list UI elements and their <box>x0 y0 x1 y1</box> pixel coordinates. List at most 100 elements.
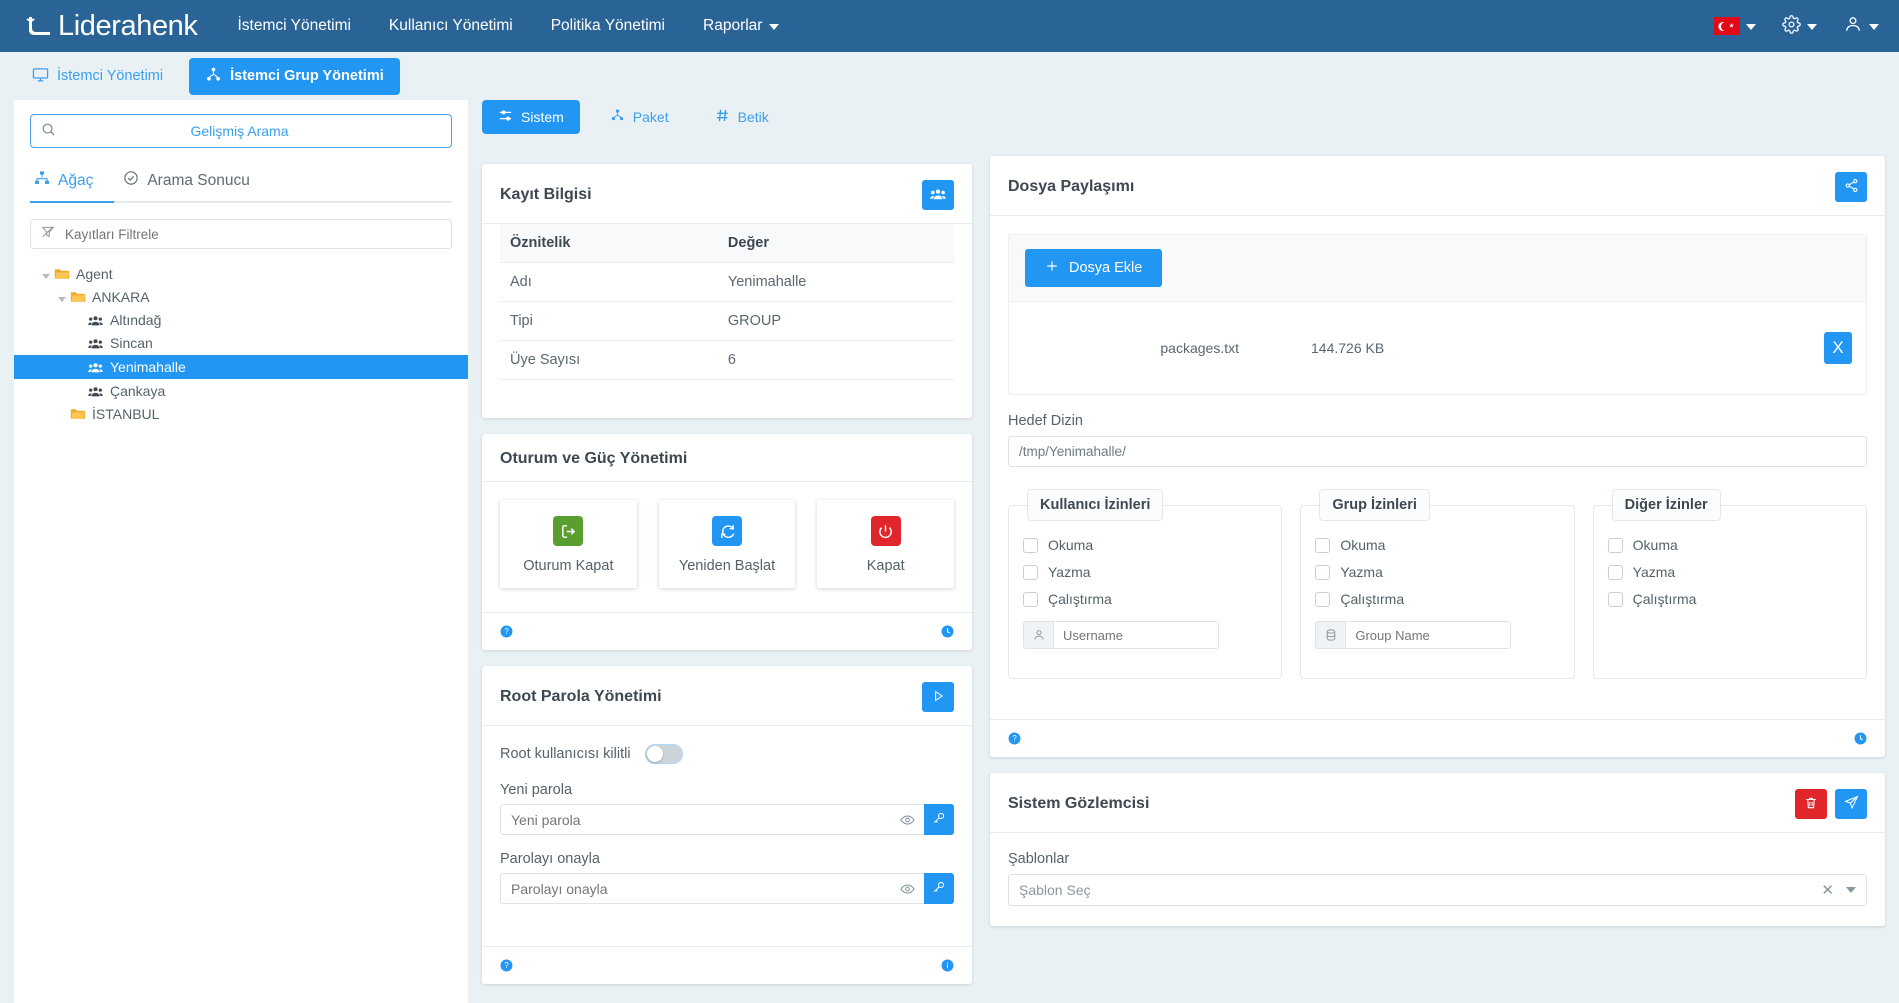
permission-row[interactable]: Yazma <box>1608 564 1852 580</box>
user-execute-checkbox[interactable] <box>1023 592 1038 607</box>
tree-filter-input[interactable] <box>63 226 441 243</box>
settings-menu[interactable] <box>1782 15 1817 38</box>
group-read-checkbox[interactable] <box>1315 538 1330 553</box>
svg-text:?: ? <box>504 627 509 636</box>
topnav-right-actions <box>1714 14 1879 38</box>
permission-row[interactable]: Çalıştırma <box>1023 591 1267 607</box>
client-group-tree: Agent ANKARA <box>30 263 452 425</box>
tree-node-sincan[interactable]: Sincan <box>30 332 452 354</box>
help-icon[interactable]: ? <box>1008 732 1021 745</box>
permission-row[interactable]: Okuma <box>1315 537 1559 553</box>
shutdown-action[interactable]: Kapat <box>817 500 954 588</box>
language-selector[interactable] <box>1714 17 1756 35</box>
delete-button[interactable] <box>1795 789 1827 819</box>
other-permissions-fieldset: Diğer İzinler Okuma Yazma <box>1593 489 1867 679</box>
generate-password-button[interactable] <box>924 804 954 835</box>
power-management-title: Oturum ve Güç Yönetimi <box>500 450 687 468</box>
help-icon[interactable]: ? <box>500 625 513 638</box>
other-execute-checkbox[interactable] <box>1608 592 1623 607</box>
expander-icon[interactable] <box>56 289 68 305</box>
system-observer-card: Sistem Gözlemcisi <box>990 773 1885 926</box>
sidebar-tab-arama-sonucu[interactable]: Arama Sonucu <box>119 162 254 201</box>
user-write-checkbox[interactable] <box>1023 565 1038 580</box>
plus-icon <box>1045 259 1059 277</box>
groupname-input[interactable] <box>1345 621 1511 649</box>
clear-icon[interactable]: ✕ <box>1821 881 1834 899</box>
file-toolbar: Dosya Ekle <box>1009 235 1866 302</box>
tab-label: Paket <box>633 109 669 125</box>
permission-row[interactable]: Çalıştırma <box>1608 591 1852 607</box>
file-row: packages.txt 144.726 KB X <box>1009 332 1866 364</box>
add-file-button[interactable]: Dosya Ekle <box>1025 249 1162 287</box>
tree-node-yenimahalle[interactable]: Yenimahalle <box>14 355 468 379</box>
group-write-checkbox[interactable] <box>1315 565 1330 580</box>
group-permissions-fieldset: Grup İzinleri Okuma Yazma <box>1300 489 1574 679</box>
expander-icon[interactable] <box>40 266 52 282</box>
other-write-checkbox[interactable] <box>1608 565 1623 580</box>
eye-icon[interactable] <box>900 812 915 827</box>
checkbox-label: Çalıştırma <box>1048 591 1112 607</box>
permission-row[interactable]: Okuma <box>1608 537 1852 553</box>
root-password-title: Root Parola Yönetimi <box>500 688 662 706</box>
advanced-search-label[interactable]: Gelişmiş Arama <box>38 123 441 139</box>
other-permissions-legend: Diğer İzinler <box>1612 489 1721 521</box>
sidebar-tabs: Ağaç Arama Sonucu <box>30 162 452 203</box>
advanced-search-bar[interactable]: Gelişmiş Arama <box>30 114 452 148</box>
clock-icon[interactable] <box>1854 732 1867 745</box>
permission-row[interactable]: Çalıştırma <box>1315 591 1559 607</box>
tree-node-label: İSTANBUL <box>92 406 159 422</box>
tree-node-agent[interactable]: Agent <box>30 263 452 285</box>
new-password-row <box>500 804 954 835</box>
permission-row[interactable]: Yazma <box>1023 564 1267 580</box>
col-header-value: Değer <box>718 224 954 263</box>
tree-node-cankaya[interactable]: Çankaya <box>30 380 452 402</box>
info-icon[interactable]: i <box>941 959 954 972</box>
root-password-footer: ? i <box>482 946 972 984</box>
root-lock-toggle[interactable] <box>645 744 683 764</box>
nav-kullanici-yonetimi[interactable]: Kullanıcı Yönetimi <box>389 17 513 35</box>
chevron-down-icon[interactable] <box>1846 887 1856 893</box>
nav-label: Raporlar <box>703 17 762 35</box>
share-button[interactable] <box>1835 172 1867 202</box>
new-password-input[interactable] <box>500 804 924 835</box>
tree-node-altindag[interactable]: Altındağ <box>30 309 452 331</box>
subnav-tab-istemci-grup-yonetimi[interactable]: İstemci Grup Yönetimi <box>189 58 400 95</box>
tree-node-label: Çankaya <box>110 383 165 399</box>
user-menu[interactable] <box>1843 14 1879 38</box>
app-logo[interactable]: Liderahenk <box>24 10 198 43</box>
user-read-checkbox[interactable] <box>1023 538 1038 553</box>
group-execute-checkbox[interactable] <box>1315 592 1330 607</box>
restart-action[interactable]: Yeniden Başlat <box>659 500 796 588</box>
tree-node-istanbul[interactable]: İSTANBUL <box>30 403 452 425</box>
tree-node-label: ANKARA <box>92 289 150 305</box>
tab-sistem[interactable]: Sistem <box>482 100 580 134</box>
main-right-column: Dosya Paylaşımı <box>990 100 1885 926</box>
execute-button[interactable] <box>922 682 954 712</box>
send-button[interactable] <box>1835 789 1867 819</box>
tab-label: Sistem <box>521 109 564 125</box>
eye-icon[interactable] <box>900 881 915 896</box>
tree-node-ankara[interactable]: ANKARA <box>30 286 452 308</box>
nav-raporlar[interactable]: Raporlar <box>703 17 779 35</box>
logout-action[interactable]: Oturum Kapat <box>500 500 637 588</box>
nav-politika-yonetimi[interactable]: Politika Yönetimi <box>551 17 665 35</box>
remove-file-button[interactable]: X <box>1824 332 1852 364</box>
help-icon[interactable]: ? <box>500 959 513 972</box>
members-icon-button[interactable] <box>922 180 954 210</box>
sidebar-tab-agac[interactable]: Ağaç <box>30 162 97 201</box>
permission-row[interactable]: Yazma <box>1315 564 1559 580</box>
nav-istemci-yonetimi[interactable]: İstemci Yönetimi <box>238 17 351 35</box>
chevron-down-icon <box>769 24 779 30</box>
confirm-password-input[interactable] <box>500 873 924 904</box>
clock-icon[interactable] <box>941 625 954 638</box>
tree-filter-box[interactable] <box>30 219 452 249</box>
permission-row[interactable]: Okuma <box>1023 537 1267 553</box>
username-input[interactable] <box>1053 621 1219 649</box>
subnav-tab-istemci-yonetimi[interactable]: İstemci Yönetimi <box>16 58 179 95</box>
tab-betik[interactable]: Betik <box>699 100 785 134</box>
template-select[interactable]: Şablon Seç ✕ <box>1008 874 1867 906</box>
tab-paket[interactable]: Paket <box>594 100 685 134</box>
other-read-checkbox[interactable] <box>1608 538 1623 553</box>
generate-confirm-password-button[interactable] <box>924 873 954 904</box>
target-dir-input[interactable] <box>1008 436 1867 467</box>
